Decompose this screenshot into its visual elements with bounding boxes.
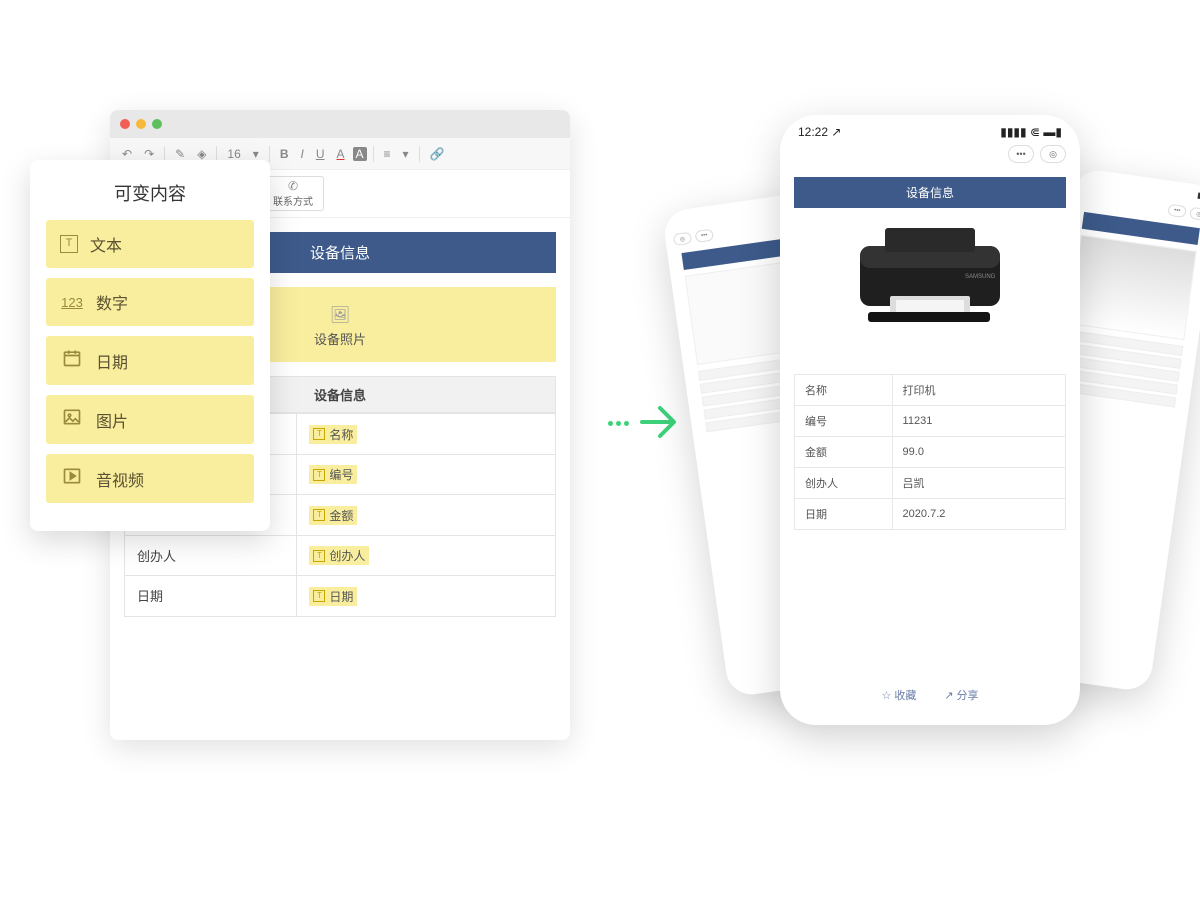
table-row: 日期 T日期: [125, 576, 556, 617]
align-button[interactable]: ≡: [380, 145, 395, 163]
phone-icon: ✆: [288, 180, 298, 192]
text-icon: T: [313, 469, 325, 481]
more-button[interactable]: •••: [1008, 145, 1034, 163]
cell-label: 编号: [795, 406, 893, 437]
cell-label: 名称: [795, 375, 893, 406]
star-icon: ☆: [881, 689, 891, 702]
text-icon: T: [60, 235, 78, 253]
text-field-chip[interactable]: T编号: [309, 465, 357, 484]
cell-value: 2020.7.2: [892, 499, 1065, 530]
var-item-media[interactable]: 音视频: [46, 454, 254, 503]
table-row: 名称打印机: [795, 375, 1066, 406]
text-icon: T: [313, 590, 325, 602]
var-item-text[interactable]: T 文本: [46, 220, 254, 268]
text-field-chip[interactable]: T日期: [309, 587, 357, 606]
var-label: 文本: [90, 232, 122, 256]
status-icons: ▮▮▮▮ ⋐ ▬▮: [1000, 125, 1062, 139]
bold-button[interactable]: B: [276, 145, 293, 163]
cell-value: 吕凯: [892, 468, 1065, 499]
text-field-chip[interactable]: T名称: [309, 425, 357, 444]
row-label[interactable]: 日期: [125, 576, 297, 617]
text-icon: T: [313, 428, 325, 440]
cell-label: 金额: [795, 437, 893, 468]
target-icon: ◎: [1189, 207, 1200, 221]
battery-icon: ▬▮: [1043, 125, 1062, 139]
status-bar: 12:22 ↗ ▮▮▮▮ ⋐ ▬▮: [780, 115, 1080, 141]
share-icon: ↗: [944, 689, 953, 702]
var-label: 图片: [96, 408, 128, 432]
wifi-icon: ⋐: [1030, 125, 1040, 139]
status-time: 12:22 ↗: [798, 125, 841, 139]
align-dropdown-icon[interactable]: ▾: [399, 145, 413, 163]
var-label: 日期: [96, 349, 128, 373]
favorite-button[interactable]: ☆收藏: [881, 687, 916, 703]
signal-icon: ▮▮▮▮: [1000, 125, 1026, 139]
device-data-table: 名称打印机 编号11231 金额99.0 创办人吕凯 日期2020.7.2: [794, 374, 1066, 530]
more-icon: •••: [695, 229, 714, 243]
bg-color-button[interactable]: A: [353, 147, 367, 161]
image-icon: [60, 407, 84, 432]
text-field-chip[interactable]: T金额: [309, 506, 357, 525]
var-label: 音视频: [96, 467, 144, 491]
miniapp-controls: ••• ◎: [780, 141, 1080, 171]
link-button[interactable]: 🔗: [426, 145, 449, 163]
maximize-dot[interactable]: [152, 119, 162, 129]
panel-title: 可变内容: [46, 180, 254, 206]
phone-preview-front: 12:22 ↗ ▮▮▮▮ ⋐ ▬▮ ••• ◎ 设备信息 SAMSUNG 名称打…: [780, 115, 1080, 725]
var-item-image[interactable]: 图片: [46, 395, 254, 444]
table-row: 创办人 T创办人: [125, 535, 556, 576]
table-row: 金额99.0: [795, 437, 1066, 468]
cell-value: 99.0: [892, 437, 1065, 468]
photo-label: 设备照片: [314, 332, 366, 347]
phone-footer: ☆收藏 ↗分享: [780, 679, 1080, 725]
variable-content-panel: 可变内容 T 文本 123 数字 日期 图片 音视频: [30, 160, 270, 531]
calendar-icon: [60, 348, 84, 373]
contact-label: 联系方式: [273, 193, 313, 208]
close-dot[interactable]: [120, 119, 130, 129]
device-info-header: 设备信息: [794, 177, 1066, 208]
table-row: 编号11231: [795, 406, 1066, 437]
text-field-chip[interactable]: T创办人: [309, 546, 369, 565]
window-title-bar: [110, 110, 570, 138]
contact-insert-button[interactable]: ✆ 联系方式: [262, 176, 324, 211]
close-button[interactable]: ◎: [1040, 145, 1066, 163]
var-item-number[interactable]: 123 数字: [46, 278, 254, 326]
phone-content: 设备信息 SAMSUNG 名称打印机 编号11231 金额99.0 创办人吕凯 …: [780, 171, 1080, 679]
text-icon: T: [313, 550, 325, 562]
minimize-dot[interactable]: [136, 119, 146, 129]
number-icon: 123: [60, 295, 84, 310]
arrow-icon: [608, 400, 680, 444]
mini-image-area: [1068, 235, 1196, 340]
cell-label: 创办人: [795, 468, 893, 499]
underline-button[interactable]: U: [312, 145, 329, 163]
svg-text:SAMSUNG: SAMSUNG: [965, 274, 996, 280]
cell-value: 11231: [892, 406, 1065, 437]
cell-label: 日期: [795, 499, 893, 530]
table-row: 创办人吕凯: [795, 468, 1066, 499]
italic-button[interactable]: I: [296, 145, 307, 163]
more-icon: •••: [1167, 204, 1186, 218]
cell-value: 打印机: [892, 375, 1065, 406]
var-label: 数字: [96, 290, 128, 314]
play-icon: [60, 466, 84, 491]
target-icon: ◎: [673, 232, 692, 246]
var-item-date[interactable]: 日期: [46, 336, 254, 385]
share-button[interactable]: ↗分享: [944, 687, 978, 703]
text-color-button[interactable]: A: [333, 145, 349, 163]
row-label[interactable]: 创办人: [125, 535, 297, 576]
device-photo: SAMSUNG: [794, 208, 1066, 358]
table-row: 日期2020.7.2: [795, 499, 1066, 530]
text-icon: T: [313, 509, 325, 521]
